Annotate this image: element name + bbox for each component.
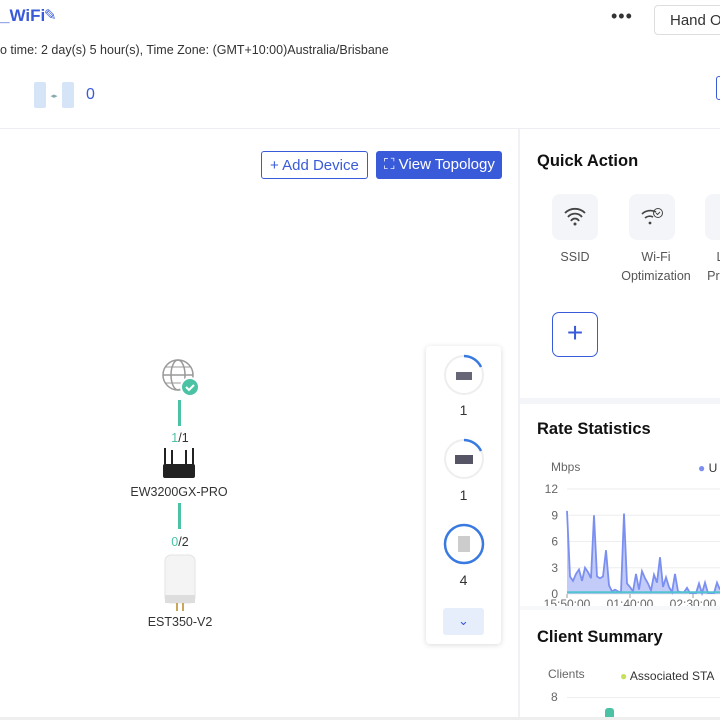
legend-associated-sta[interactable]: ● Associated STA bbox=[620, 669, 714, 683]
preview-button[interactable]: ▢ bbox=[705, 194, 720, 240]
client-count: 1 bbox=[459, 402, 468, 418]
divider bbox=[518, 129, 520, 720]
router-name: EW3200GX-PRO bbox=[130, 485, 228, 499]
rate-chart: 03691215:50:00 01:40:00 02:30:00 bbox=[544, 482, 720, 607]
chevron-down-icon[interactable]: ⌄ bbox=[443, 608, 484, 635]
divider bbox=[0, 128, 720, 129]
client-y-tick: 8 bbox=[551, 690, 558, 704]
network-title: _WiFi bbox=[0, 6, 46, 25]
wifi-optimization-button[interactable] bbox=[629, 194, 675, 240]
y-tick-label: 3 bbox=[551, 561, 558, 575]
preview-label: LPrev bbox=[707, 250, 720, 283]
wifi-optimization-label: Wi-Fi Optimization bbox=[621, 250, 691, 283]
ap-ports: 0/2 bbox=[171, 535, 189, 549]
legend-upload[interactable]: ● U bbox=[698, 461, 717, 475]
bridge-icon: ◂▸ bbox=[34, 82, 74, 108]
view-topology-button[interactable]: ⛶ View Topology bbox=[376, 151, 502, 179]
wifi-icon bbox=[564, 207, 586, 226]
client-count: 4 bbox=[459, 572, 468, 588]
router-ports: 1/1 bbox=[171, 431, 189, 445]
quick-action-title: Quick Action bbox=[537, 152, 639, 170]
svg-text:◂▸: ◂▸ bbox=[50, 93, 58, 100]
hand-over-button[interactable]: Hand O bbox=[654, 5, 720, 35]
y-tick-label: 6 bbox=[551, 535, 558, 549]
bridge-count: 0 bbox=[86, 86, 95, 103]
divider bbox=[520, 398, 720, 404]
header-right-button[interactable] bbox=[716, 76, 720, 100]
ap-name: EST350-V2 bbox=[147, 615, 213, 629]
link-line bbox=[178, 503, 181, 529]
y-tick-label: 9 bbox=[551, 508, 558, 522]
client-type-ring[interactable] bbox=[443, 354, 485, 396]
edit-icon[interactable]: ✎ bbox=[44, 6, 57, 24]
ssid-button[interactable] bbox=[552, 194, 598, 240]
client-type-panel: 1 1 4 ⌄ bbox=[426, 346, 501, 644]
ssid-label: SSID bbox=[560, 250, 590, 264]
client-y-axis-label: Clients bbox=[548, 667, 585, 681]
router-icon[interactable] bbox=[160, 446, 198, 480]
y-axis-label: Mbps bbox=[551, 460, 581, 474]
outdoor-ap-icon[interactable] bbox=[162, 553, 198, 613]
wifi-optimization-icon bbox=[641, 208, 663, 225]
add-device-button[interactable]: + Add Device bbox=[261, 151, 368, 179]
more-button[interactable]: ••• bbox=[611, 6, 633, 27]
client-summary-title: Client Summary bbox=[537, 628, 663, 646]
uptime-info: o time: 2 day(s) 5 hour(s), Time Zone: (… bbox=[0, 43, 389, 57]
client-count: 1 bbox=[459, 487, 468, 503]
client-type-ring[interactable] bbox=[443, 438, 485, 480]
client-type-ring[interactable] bbox=[443, 523, 485, 565]
divider bbox=[520, 606, 720, 610]
link-line bbox=[178, 400, 181, 426]
gridline bbox=[567, 697, 720, 698]
topology-icon: ⛶ bbox=[384, 156, 399, 173]
upload-area bbox=[567, 510, 720, 594]
internet-globe-icon bbox=[162, 359, 200, 397]
y-tick-label: 12 bbox=[545, 482, 559, 496]
add-quick-action-button[interactable]: + bbox=[552, 312, 598, 357]
rate-statistics-title: Rate Statistics bbox=[537, 420, 651, 438]
